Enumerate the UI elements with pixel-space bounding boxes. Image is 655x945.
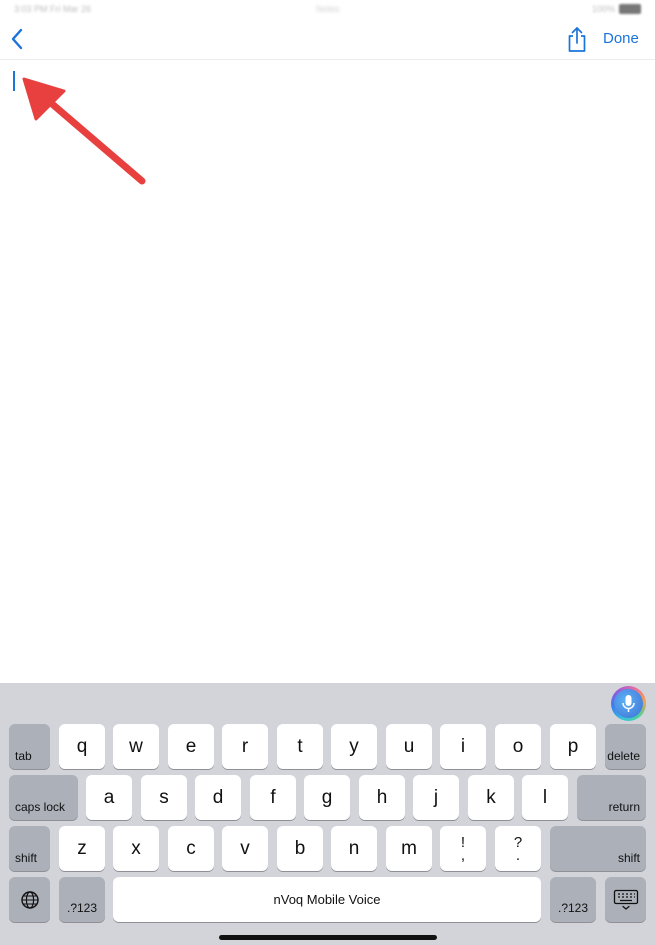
key-v[interactable]: v <box>222 826 268 871</box>
shift-right-key[interactable]: shift <box>550 826 646 871</box>
key-g[interactable]: g <box>304 775 350 820</box>
key-n[interactable]: n <box>331 826 377 871</box>
shift-left-label: shift <box>15 851 38 865</box>
key-f[interactable]: f <box>250 775 296 820</box>
space-bar-label: nVoq Mobile Voice <box>273 892 381 907</box>
nav-bar: Done <box>0 20 655 60</box>
microphone-icon <box>622 695 635 712</box>
key-k[interactable]: k <box>468 775 514 820</box>
key-m[interactable]: m <box>386 826 432 871</box>
space-bar[interactable]: nVoq Mobile Voice <box>113 877 541 922</box>
key-c[interactable]: c <box>168 826 214 871</box>
dictation-button[interactable] <box>611 686 646 721</box>
key-t[interactable]: t <box>277 724 323 769</box>
status-battery-percent: 100% <box>591 4 615 14</box>
key-period-label: . <box>515 846 521 864</box>
annotation-arrow <box>22 77 146 185</box>
key-q[interactable]: q <box>59 724 105 769</box>
globe-key[interactable] <box>9 877 50 922</box>
key-b[interactable]: b <box>277 826 323 871</box>
key-e[interactable]: e <box>168 724 214 769</box>
battery-icon <box>619 4 641 14</box>
share-icon <box>568 27 586 52</box>
numbers-left-label: .?123 <box>66 901 98 915</box>
return-key[interactable]: return <box>577 775 646 820</box>
status-center: Notes <box>316 4 340 14</box>
keyboard-dismiss-icon <box>613 889 638 910</box>
key-z[interactable]: z <box>59 826 105 871</box>
key-s[interactable]: s <box>141 775 187 820</box>
shift-right-label: shift <box>617 851 640 865</box>
delete-key[interactable]: delete <box>605 724 646 769</box>
delete-key-label: delete <box>607 749 640 763</box>
keyboard: tab q w e r t y u i o p delete caps lock… <box>0 683 655 945</box>
numbers-left-key[interactable]: .?123 <box>59 877 105 922</box>
key-r[interactable]: r <box>222 724 268 769</box>
caps-lock-key[interactable]: caps lock <box>9 775 78 820</box>
numbers-right-label: .?123 <box>557 901 589 915</box>
keyboard-dismiss-key[interactable] <box>605 877 646 922</box>
key-a[interactable]: a <box>86 775 132 820</box>
globe-icon <box>20 890 39 909</box>
return-key-label: return <box>608 800 640 814</box>
key-question-period[interactable]: ? . <box>495 826 541 871</box>
key-j[interactable]: j <box>413 775 459 820</box>
caps-lock-key-label: caps lock <box>15 800 66 814</box>
key-x[interactable]: x <box>113 826 159 871</box>
shift-left-key[interactable]: shift <box>9 826 50 871</box>
home-indicator <box>219 935 437 940</box>
done-button[interactable]: Done <box>603 30 639 47</box>
key-h[interactable]: h <box>359 775 405 820</box>
key-p[interactable]: p <box>550 724 596 769</box>
tab-key-label: tab <box>15 749 32 763</box>
back-button[interactable] <box>8 26 28 52</box>
key-i[interactable]: i <box>440 724 486 769</box>
numbers-right-key[interactable]: .?123 <box>550 877 596 922</box>
note-editor[interactable] <box>0 61 655 683</box>
status-bar: 3:03 PM Fri Mar 26 Notes 100% <box>0 0 655 20</box>
status-time: 3:03 PM Fri Mar 26 <box>14 4 92 14</box>
tab-key[interactable]: tab <box>9 724 50 769</box>
key-u[interactable]: u <box>386 724 432 769</box>
key-w[interactable]: w <box>113 724 159 769</box>
back-chevron-icon <box>11 28 23 50</box>
key-l[interactable]: l <box>522 775 568 820</box>
key-exclamation-comma[interactable]: ! , <box>440 826 486 871</box>
key-d[interactable]: d <box>195 775 241 820</box>
key-o[interactable]: o <box>495 724 541 769</box>
key-comma-label: , <box>460 846 466 864</box>
key-y[interactable]: y <box>331 724 377 769</box>
share-button[interactable] <box>565 24 589 54</box>
